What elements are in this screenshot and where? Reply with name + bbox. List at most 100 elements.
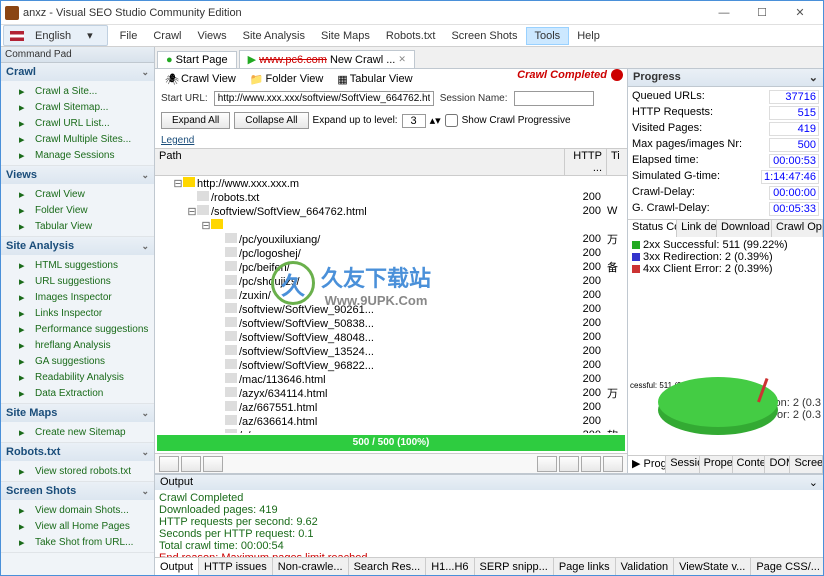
bottom-tab[interactable]: Non-crawle... [273, 558, 349, 575]
sidebar-item[interactable]: ▸Links Inspector [1, 305, 154, 321]
bottom-tab[interactable]: Search Res... [349, 558, 427, 575]
sidebar-item[interactable]: ▸Manage Sessions [1, 147, 154, 163]
bottom-tab[interactable]: HTTP issues [199, 558, 273, 575]
right-btab[interactable]: Conte... [733, 456, 766, 473]
menu-robots[interactable]: Robots.txt [378, 28, 444, 44]
menu-views[interactable]: Views [189, 28, 234, 44]
output-chevron-icon[interactable]: ⌄ [809, 476, 818, 489]
start-url-input[interactable] [214, 91, 434, 106]
language-selector[interactable]: English ▾ [3, 25, 108, 46]
tree-row[interactable]: /az/636614.html200 [155, 414, 627, 428]
sidebar-item[interactable]: ▸URL suggestions [1, 273, 154, 289]
crawl-tree[interactable]: ⊟http://www.xxx.xxx.m/robots.txt200⊟/sof… [155, 176, 627, 433]
col-ti[interactable]: Ti [607, 149, 627, 175]
tree-row[interactable]: /pc/logoshej/200 [155, 246, 627, 260]
right-btab[interactable]: Session [666, 456, 699, 473]
session-name-input[interactable] [514, 91, 594, 106]
menu-site-maps[interactable]: Site Maps [313, 28, 378, 44]
sidebar-item[interactable]: ▸Create new Sitemap [1, 424, 154, 440]
expand-icon[interactable]: ⊟ [201, 219, 211, 232]
tree-row[interactable]: ⊟ [155, 218, 627, 232]
sidebar-item[interactable]: ▸View stored robots.txt [1, 463, 154, 479]
tool-btn-5[interactable] [559, 456, 579, 472]
bottom-tab[interactable]: Page CSS/... [751, 558, 823, 575]
group-shots[interactable]: Screen Shots⌄ [1, 482, 154, 500]
right-btab[interactable]: Scree... [790, 456, 823, 473]
sidebar-item[interactable]: ▸Performance suggestions [1, 321, 154, 337]
tree-row[interactable]: /mac/113646.html200 [155, 372, 627, 386]
minimize-button[interactable]: — [705, 2, 743, 24]
bottom-tab[interactable]: Page links [554, 558, 616, 575]
tab-start-page[interactable]: ●Start Page [157, 51, 237, 68]
tool-btn-3[interactable] [203, 456, 223, 472]
maximize-button[interactable]: ☐ [743, 2, 781, 24]
right-btab[interactable]: ▶ Progr... [628, 456, 666, 473]
group-analysis[interactable]: Site Analysis⌄ [1, 237, 154, 255]
menu-file[interactable]: File [112, 28, 146, 44]
tree-row[interactable]: /pc/shoujizs/200 [155, 274, 627, 288]
group-sitemaps[interactable]: Site Maps⌄ [1, 404, 154, 422]
vtab-folder[interactable]: 📁Folder View [244, 72, 330, 87]
tool-btn-6[interactable] [581, 456, 601, 472]
panel-chevron-icon[interactable]: ⌄ [809, 71, 818, 84]
expand-level-input[interactable] [402, 114, 426, 128]
tree-row[interactable]: /softview/SoftView_50838...200 [155, 316, 627, 330]
menu-help[interactable]: Help [569, 28, 608, 44]
tree-row[interactable]: /az/667551.html200 [155, 400, 627, 414]
group-robots[interactable]: Robots.txt⌄ [1, 443, 154, 461]
rtab[interactable]: Download Time [717, 220, 772, 237]
sidebar-item[interactable]: ▸Crawl Multiple Sites... [1, 131, 154, 147]
tree-row[interactable]: /softview/SoftView_96822...200 [155, 358, 627, 372]
right-btab[interactable]: Prope... [700, 456, 733, 473]
rtab[interactable]: Status Codes [628, 220, 677, 237]
tree-row[interactable]: /softview/SoftView_90261...200 [155, 302, 627, 316]
tool-btn-2[interactable] [181, 456, 201, 472]
tool-btn-1[interactable] [159, 456, 179, 472]
col-path[interactable]: Path [155, 149, 565, 175]
tree-row[interactable]: /pc/youxiluxiang/200万 [155, 232, 627, 246]
sidebar-item[interactable]: ▸GA suggestions [1, 353, 154, 369]
sidebar-item[interactable]: ▸Tabular View [1, 218, 154, 234]
bottom-tab[interactable]: SERP snipp... [475, 558, 554, 575]
tree-row[interactable]: /z/200软 [155, 428, 627, 433]
tree-row[interactable]: /azyx/634114.html200万 [155, 386, 627, 400]
sidebar-item[interactable]: ▸View all Home Pages [1, 518, 154, 534]
legend-link[interactable]: Legend [155, 133, 627, 148]
collapse-all-button[interactable]: Collapse All [234, 112, 308, 129]
tool-btn-4[interactable] [537, 456, 557, 472]
show-progressive-checkbox[interactable] [445, 114, 458, 127]
tab-crawl-session[interactable]: ▶www.pc6.comNew Crawl ...✕ [239, 50, 415, 68]
sidebar-item[interactable]: ▸Crawl View [1, 186, 154, 202]
group-views[interactable]: Views⌄ [1, 166, 154, 184]
tree-row[interactable]: /pc/beifen/200备 [155, 260, 627, 274]
group-crawl[interactable]: Crawl⌄ [1, 63, 154, 81]
tree-row[interactable]: ⊟http://www.xxx.xxx.m [155, 176, 627, 190]
tree-row[interactable]: /zuxin/200 [155, 288, 627, 302]
expand-icon[interactable]: ⊟ [173, 177, 183, 190]
vtab-crawl[interactable]: 🕷Crawl View [159, 72, 242, 87]
sidebar-item[interactable]: ▸Take Shot from URL... [1, 534, 154, 550]
close-button[interactable]: ✕ [781, 2, 819, 24]
sidebar-item[interactable]: ▸hreflang Analysis [1, 337, 154, 353]
sidebar-item[interactable]: ▸Crawl Sitemap... [1, 99, 154, 115]
menu-site-analysis[interactable]: Site Analysis [235, 28, 313, 44]
sidebar-item[interactable]: ▸Images Inspector [1, 289, 154, 305]
expand-all-button[interactable]: Expand All [161, 112, 230, 129]
bottom-tab[interactable]: H1...H6 [426, 558, 474, 575]
sidebar-item[interactable]: ▸Readability Analysis [1, 369, 154, 385]
menu-screenshots[interactable]: Screen Shots [443, 28, 525, 44]
tree-row[interactable]: ⊟/softview/SoftView_664762.html200W [155, 204, 627, 218]
sidebar-item[interactable]: ▸Folder View [1, 202, 154, 218]
right-btab[interactable]: DOM [765, 456, 790, 473]
sidebar-item[interactable]: ▸Data Extraction [1, 385, 154, 401]
sidebar-item[interactable]: ▸Crawl URL List... [1, 115, 154, 131]
sidebar-item[interactable]: ▸Crawl a Site... [1, 83, 154, 99]
tool-btn-7[interactable] [603, 456, 623, 472]
sidebar-item[interactable]: ▸View domain Shots... [1, 502, 154, 518]
tree-row[interactable]: /softview/SoftView_48048...200 [155, 330, 627, 344]
bottom-tab[interactable]: Validation [616, 558, 675, 575]
bottom-tab[interactable]: ViewState v... [674, 558, 751, 575]
vtab-tabular[interactable]: ▦Tabular View [331, 72, 418, 87]
menu-crawl[interactable]: Crawl [145, 28, 189, 44]
tree-row[interactable]: /robots.txt200 [155, 190, 627, 204]
